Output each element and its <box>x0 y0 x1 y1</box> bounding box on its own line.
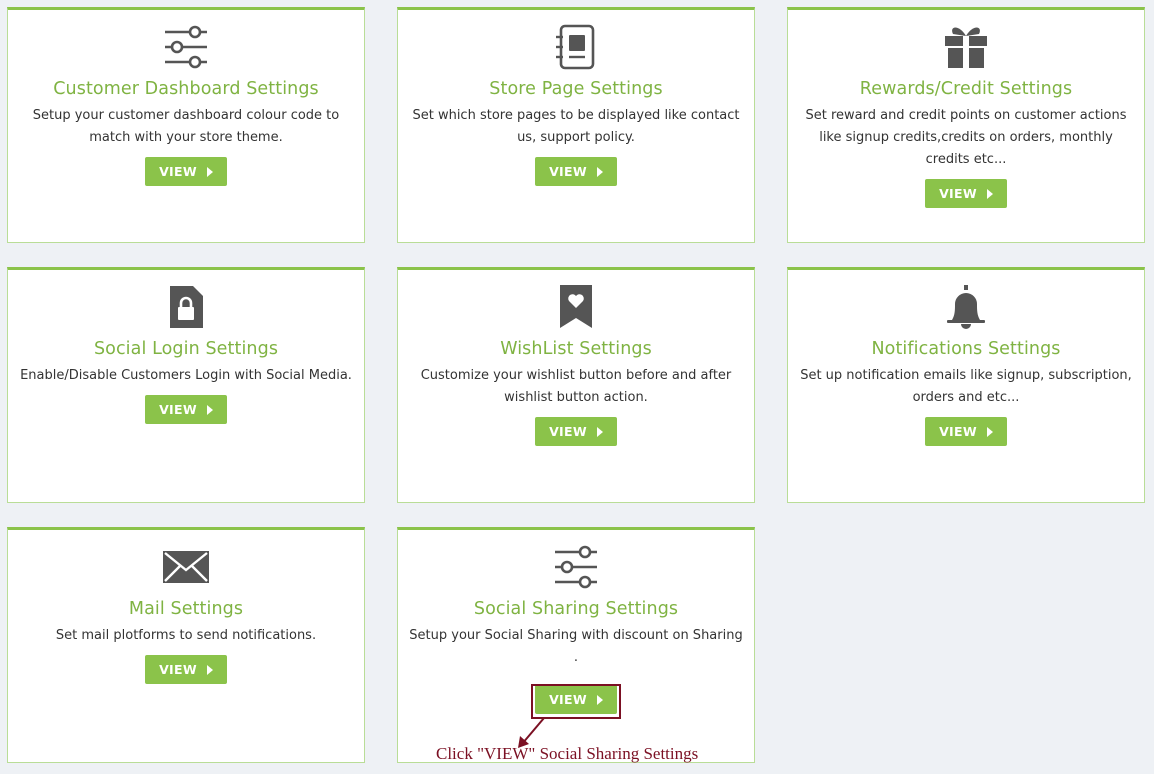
notebook-icon <box>551 22 601 72</box>
card-mail: Mail Settings Set mail plotforms to send… <box>7 527 365 763</box>
envelope-icon <box>161 542 211 592</box>
card-description: Set which store pages to be displayed li… <box>412 108 740 145</box>
card-description: Setup your Social Sharing with discount … <box>409 628 743 665</box>
card-customer-dashboard: Customer Dashboard Settings Setup your c… <box>7 7 365 243</box>
card-social-sharing: Social Sharing Settings Setup your Socia… <box>397 527 755 763</box>
gift-icon <box>941 22 991 72</box>
sliders-icon <box>551 542 601 592</box>
view-button[interactable]: VIEW <box>925 179 1007 208</box>
play-icon <box>206 166 213 177</box>
view-button[interactable]: VIEW <box>925 417 1007 446</box>
card-notifications: Notifications Settings Set up notificati… <box>787 267 1145 503</box>
play-icon <box>206 404 213 415</box>
card-description: Set mail plotforms to send notifications… <box>55 628 317 643</box>
annotation-text: Click "VIEW" Social Sharing Settings <box>436 744 699 763</box>
card-description: Customize your wishlist button before an… <box>420 368 732 405</box>
play-icon <box>986 188 993 199</box>
card-description: Enable/Disable Customers Login with Soci… <box>20 368 352 383</box>
play-icon <box>596 426 603 437</box>
sliders-icon <box>161 22 211 72</box>
bell-icon <box>941 282 991 332</box>
card-title: Mail Settings <box>128 599 244 619</box>
card-title: Notifications Settings <box>871 339 1061 359</box>
play-icon <box>986 426 993 437</box>
card-title: Social Login Settings <box>93 339 279 359</box>
card-wishlist: WishList Settings Customize your wishlis… <box>397 267 755 503</box>
play-icon <box>596 166 603 177</box>
view-button[interactable]: VIEW <box>145 395 227 424</box>
play-icon <box>206 664 213 675</box>
view-button[interactable]: VIEW <box>535 417 617 446</box>
view-button[interactable]: VIEW <box>145 655 227 684</box>
card-description: Setup your customer dashboard colour cod… <box>32 108 340 145</box>
card-store-page: Store Page Settings Set which store page… <box>397 7 755 243</box>
card-rewards-credit: Rewards/Credit Settings Set reward and c… <box>787 7 1145 243</box>
card-social-login: Social Login Settings Enable/Disable Cus… <box>7 267 365 503</box>
card-title: Customer Dashboard Settings <box>53 79 319 99</box>
card-title: Social Sharing Settings <box>473 599 679 619</box>
bookmark-heart-icon <box>551 282 601 332</box>
view-button[interactable]: VIEW <box>535 157 617 186</box>
file-lock-icon <box>161 282 211 332</box>
view-button[interactable]: VIEW <box>145 157 227 186</box>
card-title: Rewards/Credit Settings <box>859 79 1073 99</box>
card-title: WishList Settings <box>500 339 652 359</box>
card-description: Set reward and credit points on customer… <box>805 108 1127 167</box>
card-title: Store Page Settings <box>489 79 663 99</box>
card-description: Set up notification emails like signup, … <box>800 368 1132 405</box>
annotation-highlight-box <box>531 684 621 719</box>
